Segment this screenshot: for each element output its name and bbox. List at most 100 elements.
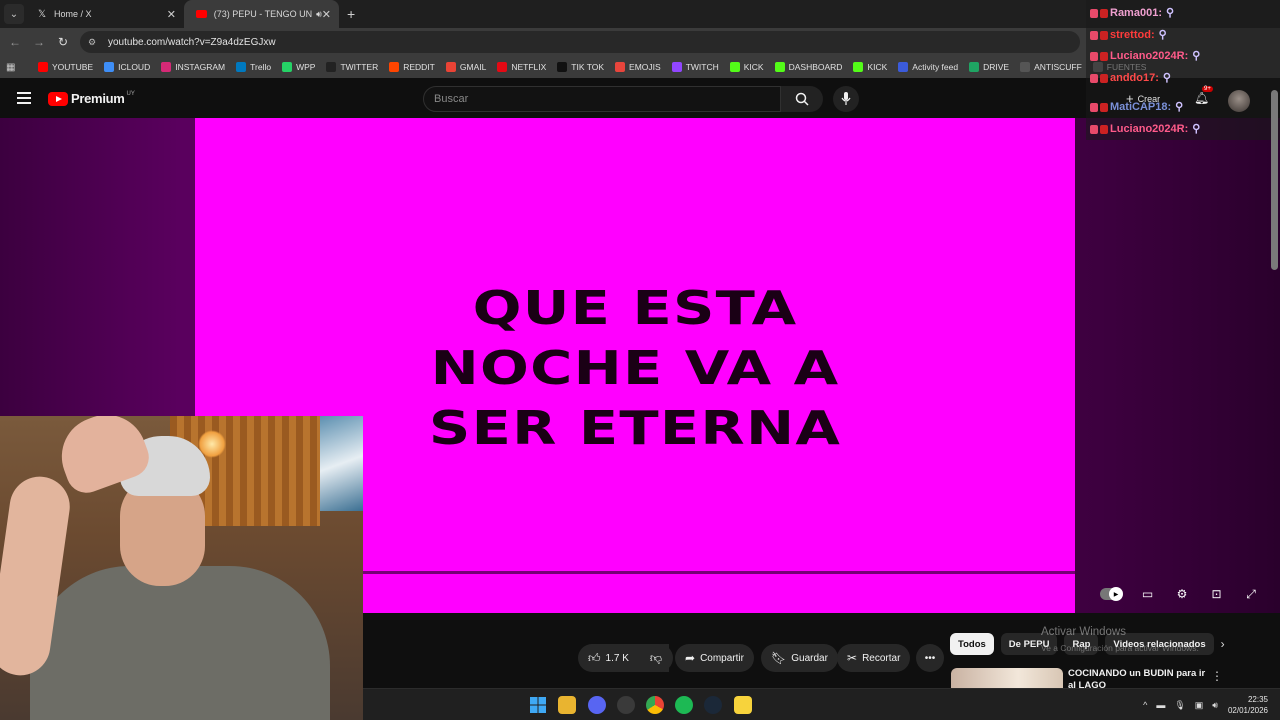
share-button[interactable]: ➦ Compartir bbox=[675, 644, 754, 672]
address-bar[interactable]: ⚙︎ youtube.com/watch?v=Z9a4dzEGJxw bbox=[80, 31, 1080, 53]
bookmark-item[interactable]: ICLOUD bbox=[104, 62, 150, 72]
forward-arrow-icon[interactable]: → bbox=[27, 35, 51, 49]
close-tab-icon[interactable]: ✕ bbox=[322, 8, 331, 21]
emote-icon: ⚲ bbox=[1158, 29, 1167, 41]
badge-icon bbox=[1100, 124, 1108, 134]
save-button[interactable]: 🔖︎ Guardar bbox=[761, 644, 838, 672]
chat-message: strettod: ⚲ bbox=[1090, 28, 1169, 42]
badge-icon bbox=[1100, 30, 1108, 40]
bookmark-label: NETFLIX bbox=[511, 62, 547, 72]
chevron-up-icon[interactable]: ^ bbox=[1143, 700, 1147, 710]
bookmark-label: TWITTER bbox=[340, 62, 379, 72]
bell-icon: 🔔︎ bbox=[1194, 91, 1210, 105]
save-label: Guardar bbox=[791, 652, 828, 664]
bookmark-label: Activity feed bbox=[912, 62, 959, 72]
dislike-button[interactable]: 👎︎ bbox=[639, 644, 673, 672]
bookmark-item[interactable]: INSTAGRAM bbox=[161, 62, 225, 72]
tab-search-chevron-icon[interactable]: ⌄ bbox=[4, 4, 24, 24]
discord-icon[interactable] bbox=[588, 696, 606, 714]
bookmark-item[interactable]: Activity feed bbox=[898, 62, 958, 72]
bookmark-item[interactable]: TIK TOK bbox=[557, 62, 604, 72]
chat-username: anddo17: bbox=[1110, 72, 1159, 84]
avatar[interactable] bbox=[1228, 90, 1250, 112]
bookmark-item[interactable]: KICK bbox=[853, 62, 887, 72]
obs-icon[interactable] bbox=[617, 696, 635, 714]
microphone-tray-icon[interactable]: 🎙︎ bbox=[1174, 700, 1185, 711]
page-scrollbar[interactable] bbox=[1271, 90, 1278, 270]
steam-icon[interactable] bbox=[704, 696, 722, 714]
filter-chip[interactable]: Todos bbox=[950, 633, 994, 655]
bookmark-item[interactable]: GMAIL bbox=[445, 62, 487, 72]
new-tab-button[interactable]: + bbox=[347, 6, 355, 22]
recommended-video-thumbnail[interactable] bbox=[951, 668, 1063, 688]
more-vert-icon[interactable]: ⋮ bbox=[1211, 669, 1223, 683]
chrome-icon[interactable] bbox=[646, 696, 664, 714]
share-arrow-icon: ➦ bbox=[685, 651, 696, 665]
windows-start-icon[interactable] bbox=[529, 696, 547, 714]
autoplay-toggle[interactable] bbox=[1100, 587, 1123, 601]
network-icon[interactable]: ▣ bbox=[1195, 700, 1204, 711]
bookmark-favicon-icon bbox=[497, 62, 508, 72]
bookmark-label: KICK bbox=[743, 62, 764, 72]
subtitles-icon[interactable]: ▭ bbox=[1139, 585, 1157, 603]
theater-mode-icon[interactable]: ⊡ bbox=[1208, 585, 1226, 603]
youtube-icon bbox=[196, 8, 208, 20]
apps-grid-icon[interactable]: ▦ bbox=[6, 62, 20, 73]
bookmark-item[interactable]: EMOJIS bbox=[615, 62, 661, 72]
search-input[interactable]: Buscar bbox=[423, 86, 781, 112]
bookmark-favicon-icon bbox=[853, 62, 864, 72]
bookmark-item[interactable]: KICK bbox=[729, 62, 764, 72]
voice-search-button[interactable] bbox=[833, 86, 859, 112]
bookmark-item[interactable]: ANTISCUFF bbox=[1020, 62, 1082, 72]
bookmark-favicon-icon bbox=[969, 62, 980, 72]
bookmark-item[interactable]: REDDIT bbox=[389, 62, 435, 72]
youtube-logo[interactable]: Premium UY bbox=[48, 91, 135, 106]
fullscreen-icon[interactable]: ⤢ bbox=[1242, 585, 1260, 603]
bookmark-item[interactable]: TWITTER bbox=[326, 62, 378, 72]
tab-youtube-video[interactable]: (73) PEPU - TENGO UN FEE 🔊︎ ✕ bbox=[184, 0, 339, 28]
settings-gear-icon[interactable]: ⚙︎ bbox=[1173, 585, 1191, 603]
bookmark-label: EMOJIS bbox=[629, 62, 661, 72]
reload-icon[interactable]: ↻ bbox=[51, 35, 75, 49]
search-icon bbox=[795, 92, 809, 106]
bookmark-favicon-icon bbox=[445, 62, 456, 72]
notifications-button[interactable]: 🔔︎ 9+ bbox=[1194, 86, 1213, 105]
bookmark-favicon-icon bbox=[1020, 62, 1031, 72]
bookmark-item[interactable]: WPP bbox=[282, 62, 315, 72]
share-label: Compartir bbox=[700, 652, 744, 664]
screen: ⌄ 𝕏 Home / X ✕ (73) PEPU - TENGO UN FEE … bbox=[0, 0, 1280, 720]
spotify-icon[interactable] bbox=[675, 696, 693, 714]
bookmark-item[interactable]: YOUTUBE bbox=[38, 62, 93, 72]
tab-home-x[interactable]: 𝕏 Home / X ✕ bbox=[24, 0, 184, 28]
tab-title: Home / X bbox=[54, 9, 92, 19]
clock[interactable]: 22:35 02/01/2026 bbox=[1228, 694, 1268, 716]
close-tab-icon[interactable]: ✕ bbox=[167, 8, 176, 21]
search-button[interactable] bbox=[781, 86, 823, 112]
sticky-notes-icon[interactable] bbox=[734, 696, 752, 714]
chevron-right-icon[interactable]: › bbox=[1221, 637, 1225, 651]
more-actions-button[interactable]: ••• bbox=[916, 644, 944, 672]
file-explorer-icon[interactable] bbox=[558, 696, 576, 714]
thumbs-up-icon: 👍︎ bbox=[588, 650, 601, 665]
clock-time: 22:35 bbox=[1247, 695, 1268, 704]
menu-icon[interactable] bbox=[17, 92, 31, 104]
bookmark-item[interactable]: TWITCH bbox=[671, 62, 719, 72]
create-button[interactable]: + Crear bbox=[1126, 91, 1160, 106]
badge-icon bbox=[1090, 73, 1098, 83]
bookmark-item[interactable]: DASHBOARD bbox=[774, 62, 843, 72]
bookmark-favicon-icon bbox=[729, 62, 740, 72]
bookmark-item[interactable]: Trello bbox=[236, 62, 271, 72]
bookmark-item[interactable]: NETFLIX bbox=[497, 62, 546, 72]
like-count: 1.7 K bbox=[605, 652, 629, 664]
site-settings-icon[interactable]: ⚙︎ bbox=[88, 37, 100, 48]
volume-icon[interactable]: 🔊︎ bbox=[1212, 700, 1218, 711]
bookmark-label: DRIVE bbox=[983, 62, 1010, 72]
video-progress-bar[interactable] bbox=[363, 571, 1075, 574]
bookmark-label: GMAIL bbox=[459, 62, 487, 72]
back-arrow-icon[interactable]: ← bbox=[3, 35, 27, 49]
badge-icon bbox=[1100, 51, 1108, 61]
bookmark-label: DASHBOARD bbox=[788, 62, 843, 72]
clip-button[interactable]: ✂︎ Recortar bbox=[837, 644, 911, 672]
bookmark-item[interactable]: DRIVE bbox=[969, 62, 1009, 72]
flag-icon[interactable]: ▬ bbox=[1156, 700, 1165, 710]
